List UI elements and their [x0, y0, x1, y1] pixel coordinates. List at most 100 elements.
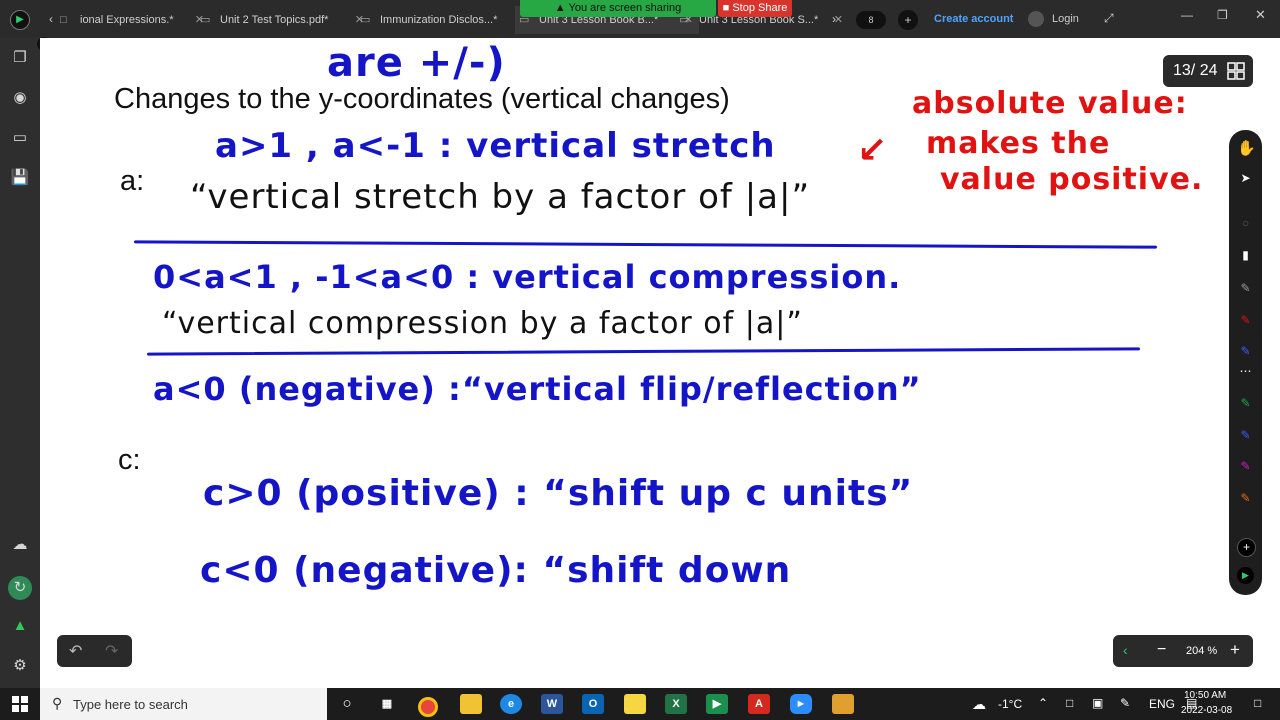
pen-green-icon[interactable]: ✎	[1237, 395, 1254, 412]
page-counter-text: 13/ 24	[1173, 62, 1218, 79]
fullscreen-icon[interactable]: ⤢	[1104, 11, 1114, 26]
more-options-icon[interactable]: ⋯	[1237, 363, 1254, 380]
pen-blue-icon[interactable]: ✎	[1237, 343, 1254, 360]
tab-label: ional Expressions.*	[80, 14, 174, 26]
left-toolbar: ‹ ❐ ◉ ▭ 💾 ☁ ↻ ▲ ⚙	[0, 37, 51, 688]
form-field-icon[interactable]: ▭	[10, 128, 30, 148]
document-canvas[interactable]: are +/-) Changes to the y-coordinates (v…	[40, 38, 1280, 688]
save-icon[interactable]: 💾	[10, 168, 30, 188]
zoom-level[interactable]: 204 %	[1186, 645, 1217, 657]
pen-orange-icon[interactable]: ✎	[1237, 490, 1254, 507]
language-indicator[interactable]: ENG	[1149, 697, 1175, 711]
chrome-icon[interactable]	[418, 697, 438, 717]
file-explorer-icon[interactable]	[460, 694, 482, 714]
stop-icon: ■	[722, 2, 730, 14]
note-a-stretch-quote: “vertical stretch by a factor of |a|”	[190, 177, 811, 217]
eraser-icon[interactable]: ▮	[1237, 247, 1254, 264]
sharing-text: You are screen sharing	[568, 2, 682, 14]
task-view-icon[interactable]: ▦	[376, 694, 398, 714]
red-arrow-icon: ↙	[857, 130, 889, 171]
undo-redo-group: ↶ ↷	[57, 635, 132, 667]
weather-temp[interactable]: -1°C	[998, 697, 1022, 711]
search-placeholder: Type here to search	[73, 697, 188, 712]
close-window-icon[interactable]: ✕	[1255, 7, 1266, 23]
add-tool-icon[interactable]: +	[1237, 538, 1256, 557]
label-c: c:	[118, 444, 141, 476]
edge-icon[interactable]: e	[500, 694, 522, 714]
weather-icon[interactable]: ☁	[972, 696, 986, 713]
note-a-compression-condition: 0<a<1 , -1<a<0 : vertical compression.	[153, 258, 902, 296]
clock-time[interactable]: 10:50 AM	[1184, 690, 1226, 701]
undo-icon[interactable]: ↶	[69, 641, 82, 661]
outlook-icon[interactable]: O	[582, 694, 604, 714]
tray-meet-icon[interactable]: ▣	[1092, 696, 1103, 710]
app-logo-icon[interactable]: ▶	[1237, 567, 1254, 584]
hand-pan-icon[interactable]: ✋	[1237, 140, 1256, 157]
tab-label: Unit 2 Test Topics.pdf*	[220, 14, 329, 26]
tab-unit-2-test-topics[interactable]: ▭ Unit 2 Test Topics.pdf* ✕	[196, 6, 370, 34]
tab-scroll-right-icon[interactable]: ›	[832, 12, 836, 26]
zoom-app-icon[interactable]: ►	[790, 694, 812, 714]
search-icon: ⚲	[52, 695, 63, 711]
clock-date[interactable]: 2022-03-08	[1181, 705, 1232, 716]
tray-pen-icon[interactable]: ✎	[1120, 696, 1130, 710]
tab-label: Immunization Disclos...*	[380, 14, 498, 26]
red-note-line-3: value positive.	[940, 162, 1204, 197]
new-tab-button[interactable]: +	[898, 10, 918, 30]
pen-blue-2-icon[interactable]: ✎	[1237, 427, 1254, 444]
screen-sharing-indicator: ▲ You are screen sharing	[520, 0, 716, 17]
zoom-in-icon[interactable]: +	[1230, 640, 1240, 660]
cortana-icon[interactable]: ○	[336, 694, 358, 714]
search-binoculars-icon[interactable]: ◉	[10, 88, 30, 108]
tray-app-icon[interactable]: □	[1066, 696, 1073, 710]
tab-count-badge[interactable]: 8	[856, 11, 886, 29]
section-heading: Changes to the y-coordinates (vertical c…	[114, 83, 730, 115]
notifications-icon[interactable]: □	[1254, 696, 1261, 710]
sync-icon[interactable]: ↻	[8, 576, 32, 600]
pages-icon[interactable]: ❐	[10, 48, 30, 68]
acrobat-icon[interactable]: A	[748, 694, 770, 714]
right-drawing-toolbar: ✋ ➤ ○ ▮ ✎ ✎ ✎ ⋯ ✎ ✎ ✎ ✎ + ▶	[1229, 130, 1262, 595]
redo-icon[interactable]: ↷	[105, 641, 118, 661]
kami-app-icon[interactable]: ▶	[706, 694, 728, 714]
create-account-link[interactable]: Create account	[934, 13, 1013, 25]
word-icon[interactable]: W	[541, 694, 563, 714]
pen-black-icon[interactable]: ✎	[1237, 280, 1254, 297]
note-a-flip: a<0 (negative) :“vertical flip/reflectio…	[153, 370, 922, 408]
zoom-control: ‹ − 204 % +	[1113, 635, 1253, 667]
select-pointer-icon[interactable]: ➤	[1237, 170, 1254, 187]
lasso-icon[interactable]: ○	[1237, 215, 1254, 232]
note-c-down: c<0 (negative): “shift down	[200, 550, 792, 591]
settings-icon[interactable]: ⚙	[10, 656, 30, 676]
tab-count: 8	[868, 15, 874, 25]
education-icon[interactable]: ▲	[10, 616, 30, 636]
pen-red-icon[interactable]: ✎	[1237, 312, 1254, 329]
collapse-zoom-icon[interactable]: ‹	[1123, 642, 1128, 658]
cloud-icon[interactable]: ☁	[10, 535, 30, 555]
maximize-icon[interactable]: ❐	[1217, 8, 1228, 22]
minimize-icon[interactable]: —	[1181, 8, 1193, 22]
start-windows-icon[interactable]	[12, 696, 28, 712]
tab-immunization[interactable]: ▭ Immunization Disclos...* ✕	[356, 6, 530, 34]
pen-magenta-icon[interactable]: ✎	[1237, 458, 1254, 475]
document-icon: ▭	[360, 14, 371, 26]
tray-overflow-icon[interactable]: ⌃	[1038, 696, 1048, 710]
document-icon: ▭	[200, 14, 211, 26]
note-a-stretch-condition: a>1 , a<-1 : vertical stretch	[215, 126, 776, 166]
sticky-notes-icon[interactable]	[624, 694, 646, 714]
tab-rational-expressions[interactable]: □ ional Expressions.* ✕	[56, 6, 210, 34]
stop-share-label: Stop Share	[732, 2, 788, 14]
tab-scroll-left-icon[interactable]: ‹	[49, 12, 53, 26]
taskbar-search[interactable]: ⚲ Type here to search	[40, 688, 327, 720]
stop-share-button[interactable]: ■ Stop Share	[718, 0, 792, 17]
windows-taskbar: ⚲ Type here to search ○ ▦ e W O X ▶ A ► …	[0, 688, 1280, 720]
page-counter[interactable]: 13/ 24	[1163, 55, 1253, 87]
app-launcher-icon[interactable]	[832, 694, 854, 714]
app-logo-icon[interactable]: ▶	[10, 10, 30, 30]
zoom-out-icon[interactable]: −	[1157, 641, 1166, 659]
grid-view-icon[interactable]	[1227, 62, 1245, 80]
login-link[interactable]: Login	[1052, 13, 1079, 25]
app-tab-bar: ▶ ‹ □ ional Expressions.* ✕ ▭ Unit 2 Tes…	[0, 0, 1280, 38]
excel-icon[interactable]: X	[665, 694, 687, 714]
user-icon	[1028, 11, 1044, 27]
